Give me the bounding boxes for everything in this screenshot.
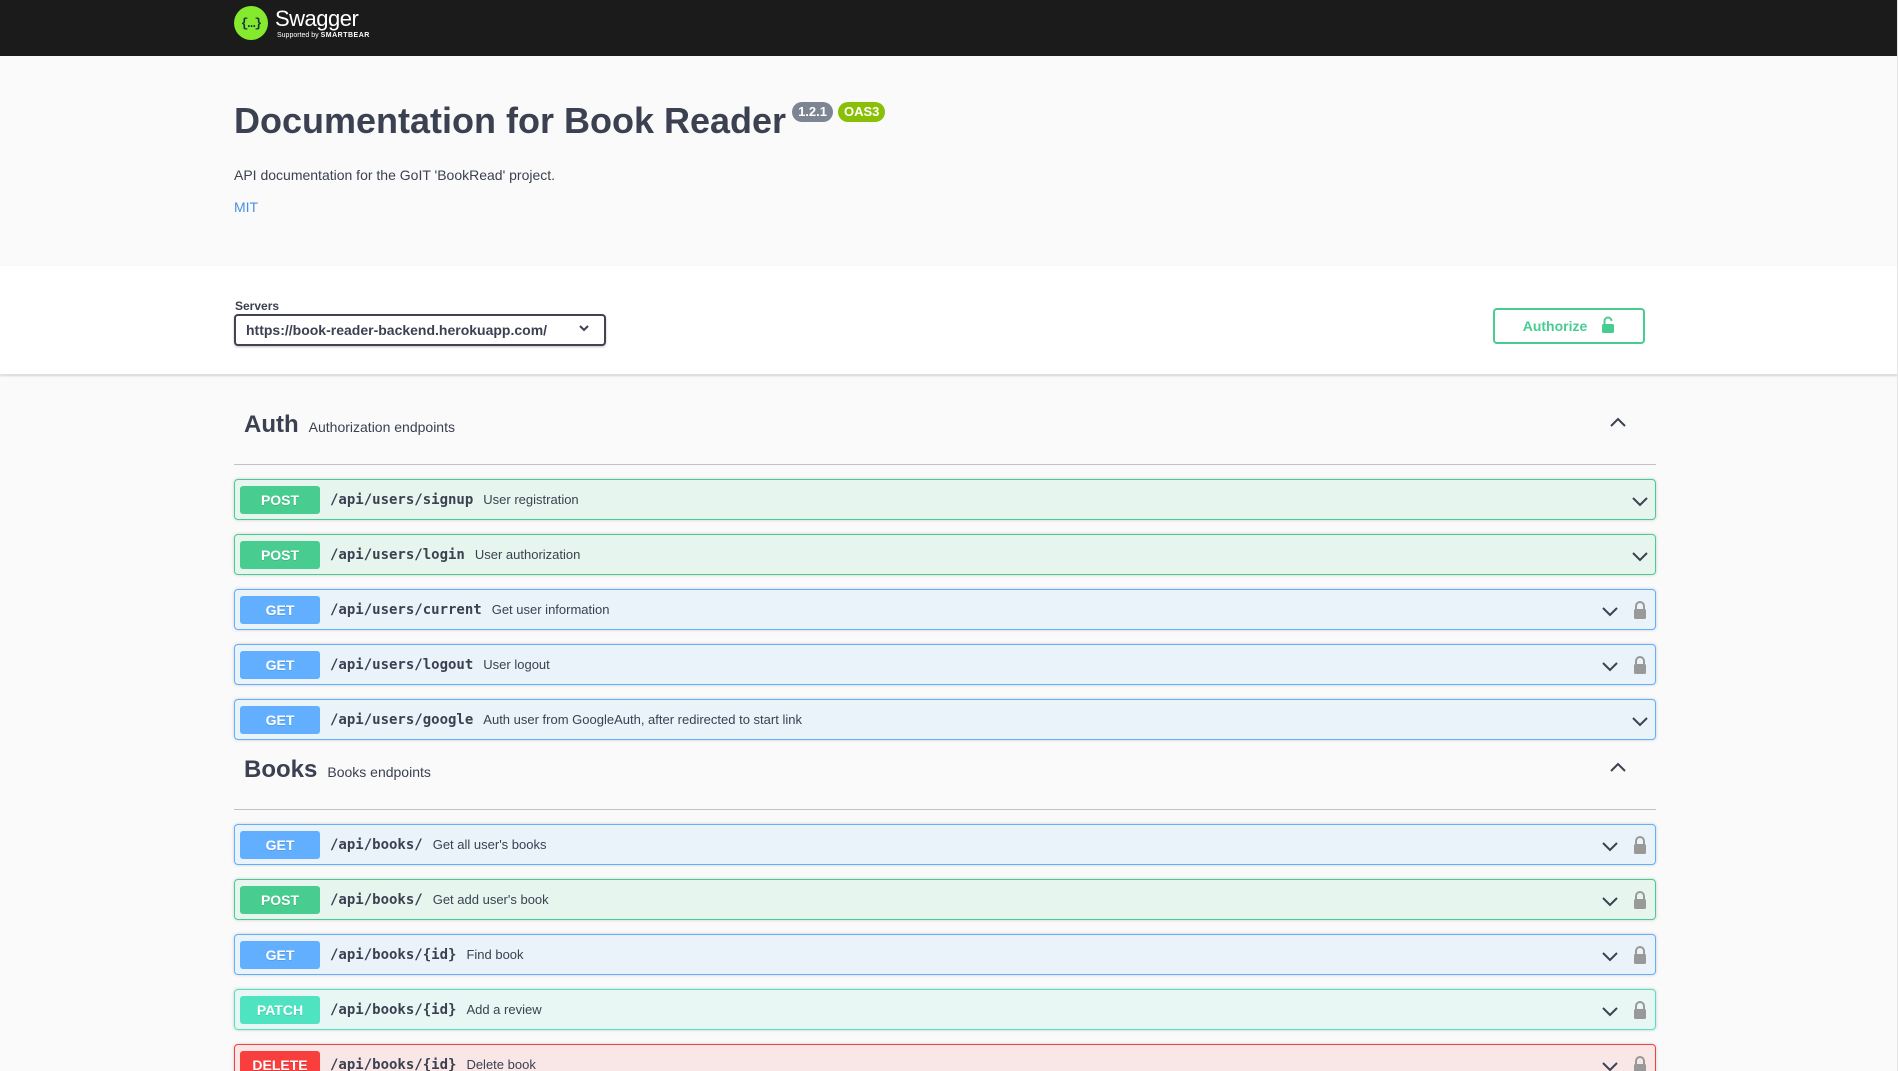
method-badge: GET [240,940,320,969]
oas-badge: OAS3 [837,102,886,122]
version-badge: 1.2.1 [792,102,833,122]
operation-path: /api/books/{id} [330,1056,457,1071]
topbar: {…} Swagger Supported by SMARTBEAR [0,0,1898,56]
lock-icon[interactable] [1632,1055,1648,1071]
unlock-icon [1601,316,1615,337]
lock-icon[interactable] [1632,1000,1648,1020]
section-name: Auth [244,410,299,438]
authorize-button[interactable]: Authorize [1493,308,1645,344]
api-info: Documentation for Book Reader 1.2.1 OAS3… [0,56,1898,266]
operation-path: /api/users/signup [330,491,474,508]
section-description: Books endpoints [327,763,431,780]
chevron-down-icon[interactable] [1600,946,1620,966]
swagger-logo-icon: {…} [234,6,268,40]
method-badge: DELETE [240,1050,320,1071]
lock-icon[interactable] [1632,890,1648,910]
operation-summary: Auth user from GoogleAuth, after redirec… [483,712,802,727]
brand-name: Swagger [275,5,359,31]
tag-section-auth: Auth Authorization endpoints POST/api/user… [234,385,1656,740]
method-badge: POST [240,885,320,914]
method-badge: POST [240,540,320,569]
operation-path: /api/books/ [330,836,423,853]
operation-get-row[interactable]: GET/api/users/current Get user informatio… [234,589,1656,630]
operation-path: /api/books/{id} [330,1001,457,1018]
operation-path: /api/users/login [330,546,465,563]
license-link[interactable]: MIT [234,199,258,215]
servers-label: Servers [235,299,280,313]
operation-delete-row[interactable]: DELETE/api/books/{id} Delete book [234,1044,1656,1071]
brand-tagline: Supported by SMARTBEAR [277,31,370,40]
chevron-down-icon[interactable] [1630,711,1650,731]
operation-path: /api/users/logout [330,656,474,673]
chevron-down-icon[interactable] [1600,601,1620,621]
section-name: Books [244,755,318,783]
operation-summary: Add a review [466,1002,542,1017]
title-row: Documentation for Book Reader 1.2.1 OAS3 [234,100,886,142]
chevron-down-icon[interactable] [1600,891,1620,911]
logo-text: Swagger Supported by SMARTBEAR [275,5,370,40]
operation-summary: User authorization [474,547,581,562]
operation-summary: Get all user's books [432,837,547,852]
api-description: API documentation for the GoIT 'BookRead… [234,167,556,183]
operation-path: /api/users/current [330,601,482,618]
chevron-up-icon[interactable] [1608,413,1628,433]
method-badge: GET [240,830,320,859]
operation-post-row[interactable]: POST/api/books/Get add user's book [234,879,1656,920]
tagline-prefix: Supported by [277,31,319,39]
method-badge: POST [240,485,320,514]
operation-get-row[interactable]: GET/api/books/{id} Find book [234,934,1656,975]
operation-summary: Get add user's book [432,892,549,907]
chevron-down-icon[interactable] [1600,1056,1620,1071]
operation-summary: Get user information [491,602,610,617]
method-badge: PATCH [240,995,320,1024]
chevron-down-icon [578,321,590,338]
operation-path: /api/books/ [330,891,423,908]
lock-icon[interactable] [1632,600,1648,620]
page-title: Documentation for Book Reader [234,100,787,141]
tag-section-books: Books Books endpoints GET/api/books/Get al… [234,730,1656,1071]
swagger-logo[interactable]: {…} Swagger Supported by SMARTBEAR [234,6,370,40]
operation-patch-row[interactable]: PATCH/api/books/{id} Add a review [234,989,1656,1030]
servers-selected-value: https://book-reader-backend.herokuapp.co… [246,322,548,338]
servers-select[interactable]: https://book-reader-backend.herokuapp.co… [234,314,606,346]
section-description: Authorization endpoints [308,418,455,435]
tagline-company: SMARTBEAR [320,31,370,39]
operation-summary: Find book [466,947,524,962]
operation-get-row[interactable]: GET/api/users/logout User logout [234,644,1656,685]
operation-post-row[interactable]: POST/api/users/login User authorization [234,534,1656,575]
page: {…} Swagger Supported by SMARTBEAR Docum… [0,0,1898,1071]
operation-summary: Delete book [466,1057,536,1071]
method-badge: GET [240,650,320,679]
chevron-down-icon[interactable] [1630,491,1650,511]
operation-path: /api/books/{id} [330,946,457,963]
lock-icon[interactable] [1632,655,1648,675]
chevron-down-icon[interactable] [1600,656,1620,676]
lock-icon[interactable] [1632,835,1648,855]
operation-summary: User registration [483,492,579,507]
operation-summary: User logout [483,657,550,672]
lock-icon[interactable] [1632,945,1648,965]
operation-get-row[interactable]: GET/api/books/Get all user's books [234,824,1656,865]
chevron-down-icon[interactable] [1630,546,1650,566]
chevron-down-icon[interactable] [1600,1001,1620,1021]
authorize-label: Authorize [1522,318,1588,334]
chevron-down-icon[interactable] [1600,836,1620,856]
operation-path: /api/users/google [330,711,474,728]
method-badge: GET [240,595,320,624]
operation-post-row[interactable]: POST/api/users/signup User registration [234,479,1656,520]
section-header[interactable]: Books Books endpoints [234,730,1656,810]
chevron-up-icon[interactable] [1608,758,1628,778]
section-header[interactable]: Auth Authorization endpoints [234,385,1656,465]
scheme-container: Servers https://book-reader-backend.hero… [0,266,1898,375]
